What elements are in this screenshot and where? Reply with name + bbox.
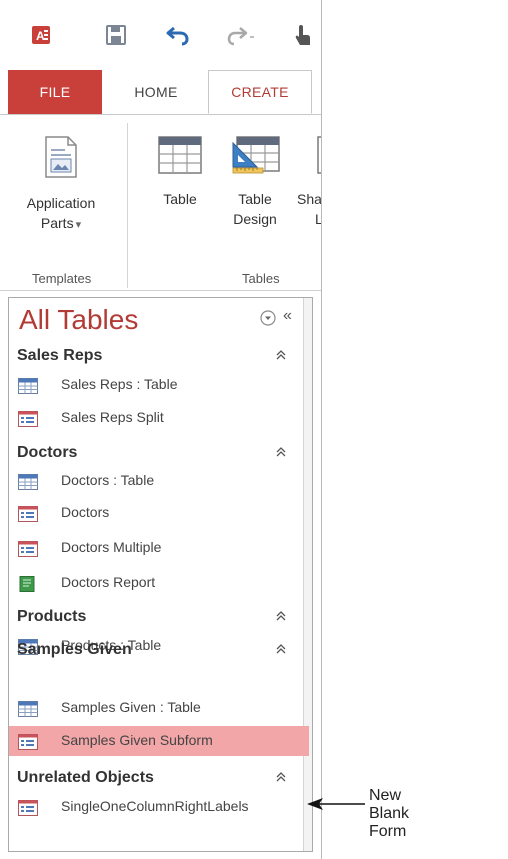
application-parts-label-line1: Application [26,195,96,211]
ribbon-create: Application Parts ▾ Templates Table Tabl… [0,115,321,291]
access-window: A FILE HOME CREATE Application Parts ▾ T… [0,0,409,859]
application-parts-icon [45,136,77,178]
sharepoint-lists-icon [317,136,321,174]
nav-group-header[interactable]: Unrelated Objects [9,766,309,792]
access-logo-icon[interactable]: A [26,20,56,50]
collapse-group-icon[interactable] [275,770,287,788]
save-icon[interactable] [101,20,131,50]
sharepoint-lists-label-line1: Sha [297,191,321,207]
nav-group-title: Unrelated Objects [17,769,154,786]
callout-label: New Blank Form [369,787,410,840]
ribbon-tabs: FILE HOME CREATE [0,70,321,115]
nav-object-label: Samples Given Subform [61,732,213,748]
nav-object-item[interactable]: Sales Reps : Table [9,370,309,400]
nav-group-header[interactable]: Products [9,605,309,631]
nav-object-label: Doctors Multiple [61,539,162,555]
nav-object-label: Sales Reps : Table [61,376,178,392]
form-icon [18,800,38,821]
nav-object-item[interactable]: Doctors [9,498,309,528]
table-button-label: Table [163,191,197,207]
svg-text:A: A [36,29,45,43]
nav-group-title: Doctors [17,444,78,461]
nav-pane-title[interactable]: All Tables [19,304,138,336]
sharepoint-lists-button[interactable]: Sha L [297,135,321,229]
group-label-templates: Templates [32,271,92,286]
table-icon [18,378,38,399]
callout-arrow-icon [307,798,365,810]
shutter-bar-collapse-icon[interactable]: « [283,307,292,325]
nav-object-item[interactable]: SingleOneColumnRightLabels [9,792,309,822]
collapse-group-icon[interactable] [275,642,287,660]
nav-object-item[interactable]: Samples Given Subform [9,726,309,756]
group-label-tables: Tables [242,271,280,286]
group-separator [127,123,128,288]
table-button[interactable]: Table [148,135,212,209]
nav-object-label: Samples Given : Table [61,699,201,715]
sharepoint-lists-label-line2: L [315,211,321,227]
form-icon [18,734,38,755]
undo-icon[interactable] [163,20,193,50]
nav-object-label: Doctors Report [61,574,156,590]
nav-object-item[interactable]: Sales Reps Split [9,403,309,433]
table-icon [18,701,38,722]
collapse-group-icon[interactable] [275,348,287,366]
tab-home[interactable]: HOME [104,70,208,114]
form-icon [18,506,38,527]
dropdown-arrow-icon: ▾ [75,219,82,231]
redo-icon[interactable] [226,20,256,50]
quick-access-toolbar: A [0,0,321,70]
nav-object-item[interactable]: Doctors : Table [9,466,309,496]
nav-group-title: Samples Given [17,641,132,658]
table-design-label-line1: Table [238,191,272,207]
tab-create[interactable]: CREATE [208,70,312,114]
nav-object-label: Doctors : Table [61,472,155,488]
table-icon [158,136,202,174]
nav-object-label: SingleOneColumnRightLabels [61,798,249,814]
application-parts-label-line2: Parts [40,215,74,231]
nav-object-item[interactable]: Doctors Report [9,568,309,598]
nav-group-title: Sales Reps [17,347,103,364]
collapse-group-icon[interactable] [275,609,287,627]
nav-group-header[interactable]: Samples Given [9,638,309,664]
table-design-label-line2: Design [233,211,277,227]
nav-group-header[interactable]: Doctors [9,441,309,467]
nav-object-item[interactable]: Samples Given : Table [9,693,309,723]
nav-object-label: Doctors [61,504,110,520]
touch-mode-icon[interactable] [288,20,318,50]
table-design-icon [232,136,280,174]
form-icon [18,541,38,562]
navigation-pane: All Tables « Sales Reps Sales Reps : Tabl… [8,297,313,852]
nav-object-label: Sales Reps Split [61,409,164,425]
collapse-group-icon[interactable] [275,445,287,463]
table-design-button[interactable]: Table Design [222,135,288,229]
application-parts-button[interactable]: Application Parts ▾ [16,135,106,235]
nav-group-title: Products [17,608,87,625]
nav-dropdown-icon[interactable] [260,310,276,331]
table-icon [18,474,38,495]
tab-file[interactable]: FILE [8,70,102,114]
nav-object-item[interactable]: Doctors Multiple [9,533,309,563]
form-icon [18,411,38,432]
report-icon [18,576,38,597]
nav-group-header[interactable]: Sales Reps [9,344,309,370]
